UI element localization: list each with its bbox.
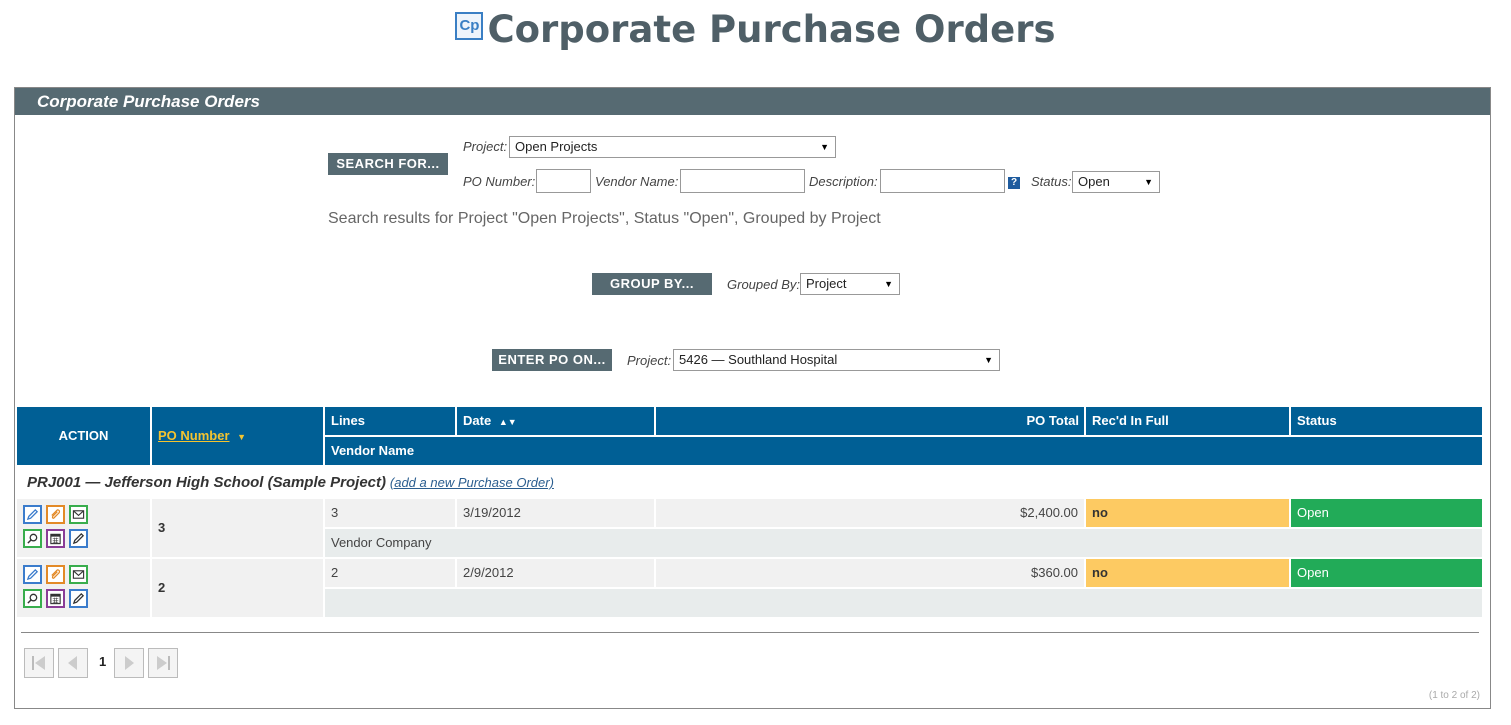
search-for-button[interactable]: SEARCH FOR... [328, 153, 448, 175]
chevron-down-icon: ▼ [984, 355, 993, 365]
column-header-status: Status [1291, 407, 1482, 435]
search-results-summary: Search results for Project "Open Project… [328, 210, 881, 227]
po-number-input[interactable] [536, 169, 591, 193]
last-page-button[interactable] [148, 648, 178, 678]
panel-title: Corporate Purchase Orders [15, 88, 1490, 115]
status-cell: Open [1291, 499, 1482, 527]
first-page-button[interactable] [24, 648, 54, 678]
date-sort-label[interactable]: Date [463, 413, 491, 428]
next-page-icon [125, 656, 134, 670]
vendor-name-cell: Vendor Company [325, 529, 1482, 557]
lines-cell: 3 [325, 499, 455, 527]
page-title: Corporate Purchase Orders [487, 8, 1056, 51]
current-page-number: 1 [99, 654, 107, 669]
edit-alt-icon[interactable] [69, 589, 88, 608]
column-header-action: ACTION [17, 407, 150, 465]
purchase-orders-panel: Corporate Purchase Orders SEARCH FOR... … [14, 87, 1491, 709]
pagination-divider [21, 632, 1479, 633]
lines-cell: 2 [325, 559, 455, 587]
group-title: PRJ001 — Jefferson High School (Sample P… [27, 474, 386, 491]
vendor-name-input[interactable] [680, 169, 805, 193]
date-cell: 3/19/2012 [457, 499, 654, 527]
description-label: Description: [809, 174, 878, 189]
grouped-by-select[interactable]: Project ▼ [800, 273, 900, 295]
grouped-by-value: Project [806, 276, 847, 291]
enter-po-project-value: 5426 — Southland Hospital [679, 352, 838, 367]
help-icon[interactable]: ? [1008, 177, 1020, 189]
first-page-icon [32, 656, 45, 670]
column-header-po-number[interactable]: PO Number ▼ [152, 407, 323, 465]
sort-both-icon: ▲▼ [498, 417, 517, 427]
calendar-icon[interactable] [46, 589, 65, 608]
edit-alt-icon[interactable] [69, 529, 88, 548]
vendor-name-label: Vendor Name: [595, 174, 679, 189]
enter-po-on-button[interactable]: ENTER PO ON... [492, 349, 612, 371]
date-cell: 2/9/2012 [457, 559, 654, 587]
po-number-cell: 3 [152, 499, 323, 557]
next-page-button[interactable] [114, 648, 144, 678]
vendor-name-cell [325, 589, 1482, 617]
sort-desc-icon: ▼ [237, 432, 247, 442]
enter-po-project-label: Project: [627, 353, 672, 368]
project-filter-value: Open Projects [515, 139, 598, 154]
previous-page-button[interactable] [58, 648, 88, 678]
group-by-button[interactable]: GROUP BY... [592, 273, 712, 295]
recd-in-full-cell: no [1086, 559, 1289, 587]
page-header: Cp Corporate Purchase Orders [0, 8, 1511, 64]
po-number-sort-link[interactable]: PO Number [158, 428, 230, 443]
column-header-vendor-name: Vendor Name [325, 437, 1482, 465]
edit-icon[interactable] [23, 505, 42, 524]
chevron-down-icon: ▼ [1144, 177, 1153, 187]
project-filter-select[interactable]: Open Projects ▼ [509, 136, 836, 158]
record-count: (1 to 2 of 2) [1428, 690, 1480, 701]
chevron-down-icon: ▼ [820, 142, 829, 152]
recd-in-full-cell: no [1086, 499, 1289, 527]
column-header-lines: Lines [325, 407, 455, 435]
add-purchase-order-link[interactable]: (add a new Purchase Order) [390, 475, 554, 490]
status-cell: Open [1291, 559, 1482, 587]
status-filter-select[interactable]: Open ▼ [1072, 171, 1160, 193]
edit-icon[interactable] [23, 565, 42, 584]
attachment-icon[interactable] [46, 565, 65, 584]
column-header-recd-in-full: Rec'd In Full [1086, 407, 1289, 435]
column-header-po-total: PO Total [656, 407, 1084, 435]
calendar-icon[interactable] [46, 529, 65, 548]
attachment-icon[interactable] [46, 505, 65, 524]
previous-page-icon [68, 656, 77, 670]
enter-po-project-select[interactable]: 5426 — Southland Hospital ▼ [673, 349, 1000, 371]
view-icon[interactable] [23, 529, 42, 548]
app-logo: Cp [455, 11, 484, 40]
email-icon[interactable] [69, 505, 88, 524]
description-input[interactable] [880, 169, 1005, 193]
email-icon[interactable] [69, 565, 88, 584]
status-filter-value: Open [1078, 174, 1110, 189]
last-page-icon [157, 656, 170, 670]
project-filter-label: Project: [463, 139, 508, 154]
view-icon[interactable] [23, 589, 42, 608]
po-total-cell: $360.00 [656, 559, 1084, 587]
po-number-label: PO Number: [463, 174, 536, 189]
chevron-down-icon: ▼ [884, 279, 893, 289]
po-number-cell: 2 [152, 559, 323, 617]
status-filter-label: Status: [1031, 174, 1072, 189]
grouped-by-label: Grouped By: [727, 277, 800, 292]
group-header: PRJ001 — Jefferson High School (Sample P… [27, 474, 554, 491]
column-header-date[interactable]: Date ▲▼ [457, 407, 654, 435]
po-total-cell: $2,400.00 [656, 499, 1084, 527]
